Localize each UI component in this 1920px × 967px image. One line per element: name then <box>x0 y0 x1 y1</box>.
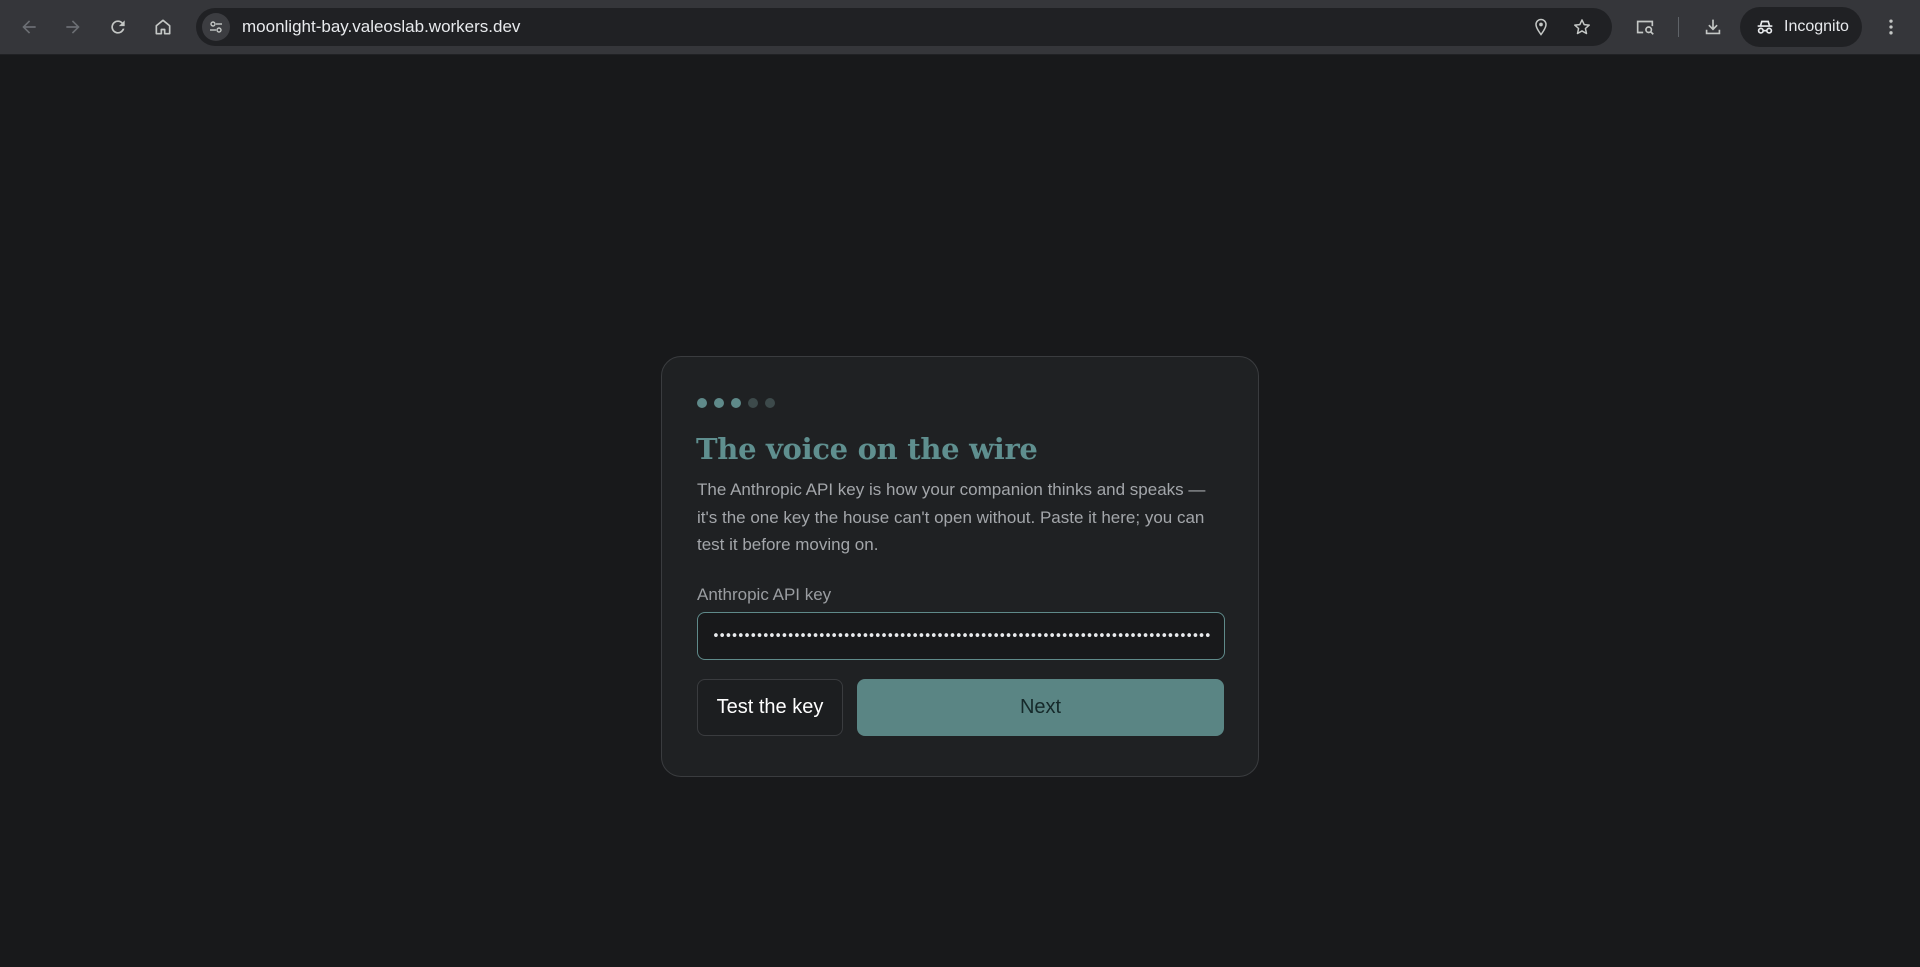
step-dot-pending <box>765 398 775 408</box>
step-dot-complete <box>714 398 724 408</box>
home-button[interactable] <box>146 10 180 44</box>
incognito-badge[interactable]: Incognito <box>1740 7 1862 47</box>
step-dot-complete <box>731 398 741 408</box>
address-bar[interactable]: moonlight-bay.valeoslab.workers.dev <box>196 8 1612 46</box>
next-button[interactable]: Next <box>857 679 1224 736</box>
api-key-input[interactable] <box>697 612 1225 660</box>
back-button[interactable] <box>12 10 46 44</box>
url-text[interactable]: moonlight-bay.valeoslab.workers.dev <box>242 8 520 46</box>
location-pin-icon <box>1535 18 1547 36</box>
site-info-button[interactable] <box>202 13 230 41</box>
toolbar-divider <box>1678 17 1679 37</box>
tune-icon <box>210 21 222 33</box>
page-description: The Anthropic API key is how your compan… <box>697 480 1206 554</box>
downloads-button[interactable] <box>1700 14 1726 40</box>
lens-search-button[interactable] <box>1632 14 1658 40</box>
arrow-left-icon <box>22 20 36 34</box>
forward-button[interactable] <box>56 10 90 44</box>
test-key-button[interactable]: Test the key <box>697 679 843 736</box>
step-dot-pending <box>748 398 758 408</box>
arrow-right-icon <box>66 20 80 34</box>
location-button[interactable] <box>1529 15 1553 39</box>
incognito-icon <box>1757 20 1773 34</box>
more-vert-icon <box>1889 19 1893 35</box>
browser-menu-button[interactable] <box>1878 14 1904 40</box>
api-key-label: Anthropic API key <box>697 585 832 604</box>
reload-button[interactable] <box>101 10 135 44</box>
step-indicator <box>697 398 775 408</box>
home-icon <box>155 19 171 35</box>
browser-toolbar: moonlight-bay.valeoslab.workers.dev Inco… <box>0 0 1920 55</box>
page-viewport: The voice on the wire The Anthropic API … <box>0 55 1920 967</box>
reload-icon <box>111 20 125 34</box>
lens-search-icon <box>1636 20 1654 35</box>
bookmark-button[interactable] <box>1570 15 1594 39</box>
star-icon <box>1574 19 1590 35</box>
onboarding-card: The voice on the wire The Anthropic API … <box>661 356 1259 777</box>
step-dot-complete <box>697 398 707 408</box>
incognito-label: Incognito <box>1784 18 1849 35</box>
download-icon <box>1705 19 1721 35</box>
page-title: The voice on the wire <box>696 432 1038 466</box>
